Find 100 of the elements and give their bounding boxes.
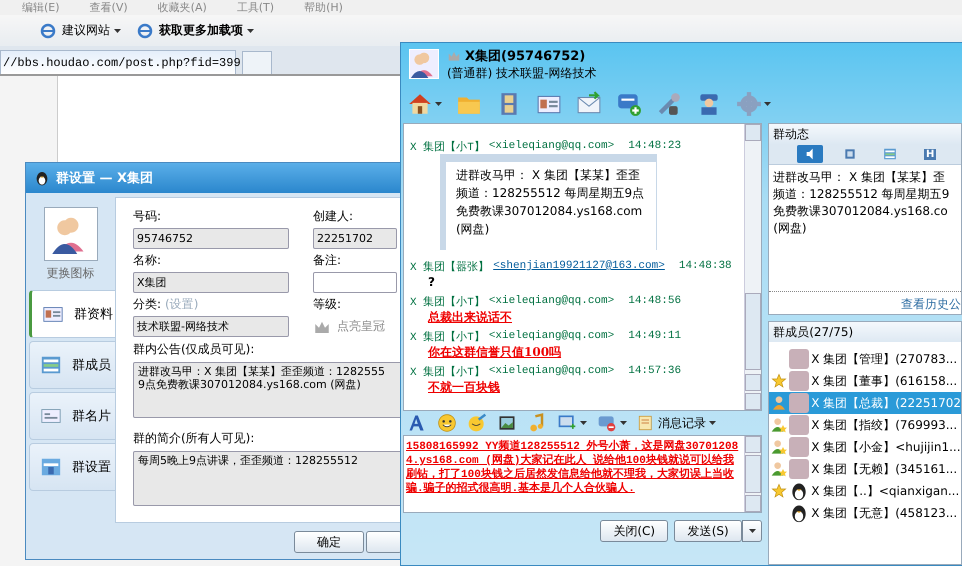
member-item[interactable]: X 集团【无赖】(345161...	[769, 458, 961, 480]
caret-icon	[709, 421, 716, 425]
favorite-link[interactable]: 建议网站	[62, 22, 121, 39]
person-star-icon	[771, 439, 788, 455]
notice-text: 频道：128255512 每周星期五9点	[456, 185, 646, 202]
field-label: 备注:	[313, 252, 342, 269]
scroll-up-button[interactable]	[745, 124, 762, 141]
scroll-up-button[interactable]	[745, 436, 762, 453]
member-item[interactable]: X 集团【无意】(458123...	[769, 502, 961, 524]
notice-text: 频道：128255512 每周星期五9	[773, 186, 950, 203]
avatar-placeholder	[789, 459, 810, 479]
message-text: 总裁出来说话不	[426, 309, 513, 325]
scroll-down-button[interactable]	[745, 374, 762, 391]
nav-tab[interactable]: 群设置	[29, 443, 115, 491]
scrollbar[interactable]	[744, 436, 762, 512]
message-text: ?	[427, 274, 436, 290]
new-tab-button[interactable]	[242, 51, 272, 74]
email-text: <xieleqiang@qq.com>	[488, 295, 614, 307]
toolbar-button[interactable]	[437, 413, 457, 433]
nav-tab[interactable]: 群资料	[29, 290, 115, 338]
settings-icon	[40, 456, 62, 478]
message-header: X 集团【嚣张】 <shenjian19921127@163.com> 14:48:38	[410, 259, 733, 274]
avatar-placeholder	[789, 437, 810, 457]
settings-icon	[736, 91, 762, 117]
message-header: X 集团【小T】 <xieleqiang@qq.com> 14:57:36	[410, 364, 682, 379]
notice-tab[interactable]	[797, 145, 824, 163]
scroll-bottom-button[interactable]	[745, 393, 762, 410]
member-item[interactable]: X 集团【董事】(616158...	[769, 370, 961, 392]
nav-tab[interactable]: 群成员	[29, 341, 115, 389]
text-field[interactable]: 技术联盟-网络技术	[133, 316, 289, 337]
person-star-icon	[771, 461, 788, 477]
caret-icon	[748, 529, 756, 533]
caret-icon	[580, 421, 587, 425]
text-field[interactable]: 95746752	[133, 228, 289, 249]
message-time: 14:48:23	[628, 140, 682, 152]
group-subtitle: (普通群) 技术联盟-网络技术	[447, 64, 597, 82]
star-icon	[771, 483, 788, 499]
toolbar-button[interactable]	[656, 91, 682, 117]
caret-icon	[620, 421, 627, 425]
ok-button[interactable]: 确定	[294, 531, 364, 553]
button[interactable]	[366, 531, 402, 553]
email-text: <xieleqiang@qq.com>	[488, 140, 614, 152]
avatar-placeholder	[789, 371, 810, 391]
text-field[interactable]: X集团	[133, 272, 289, 293]
text-field[interactable]	[313, 272, 397, 293]
person-star-icon	[771, 417, 788, 433]
member-item[interactable]: X 集团【管理】(270783...	[769, 348, 961, 370]
message-history-button[interactable]: 消息记录	[637, 414, 716, 432]
message-time: 14:48:38	[678, 260, 732, 272]
notice-tab[interactable]: H	[917, 145, 944, 163]
message-time: 14:49:11	[628, 330, 682, 342]
notice-text: 进群改马甲： X 集团【某某】歪	[773, 169, 946, 186]
message-header: X 集团【小T】 <xieleqiang@qq.com> 14:49:11	[410, 329, 682, 344]
list-icon	[883, 147, 898, 161]
panel-title: 群成员(27/75)	[769, 322, 961, 342]
avatar-placeholder	[789, 415, 810, 435]
avatar-placeholder	[789, 393, 810, 413]
light-crown-link[interactable]: 点亮皇冠	[337, 318, 385, 335]
send-button[interactable]: 发送(S)	[674, 520, 742, 542]
change-icon-link[interactable]: 更换图标	[26, 265, 115, 282]
message-text: 你在这群信誉只值100吗	[426, 344, 562, 360]
window-title: 群设置 — X集团	[56, 170, 154, 187]
group-icon-frame[interactable]	[44, 207, 98, 261]
member-item[interactable]: X 集团【小金】<hujijin1...	[769, 436, 961, 458]
notice-text: (网盘)	[773, 220, 808, 237]
field-label: 号码:	[133, 208, 162, 225]
announcement-text: 进群改马甲：X 集团【某某】歪歪频道：1282555	[138, 365, 386, 378]
notice-text: 免费教课307012084.ys168.com	[456, 203, 644, 220]
history-link[interactable]: 查看历史公	[769, 294, 961, 314]
nav-tab[interactable]: 群名片	[29, 392, 115, 440]
caret-icon	[764, 102, 771, 106]
close-button[interactable]: 关闭(C)	[600, 520, 668, 542]
field-label: 群内公告(仅成员可见):	[133, 341, 256, 358]
message-text: 不就一百块钱	[426, 379, 501, 395]
announcement-field[interactable]: 进群改马甲：X 集团【某某】歪歪频道：1282555 9点免费教课307012084.ys168.com (网盘)	[133, 362, 402, 418]
tools-icon	[656, 91, 682, 117]
dropdown-button[interactable]	[742, 520, 762, 542]
scroll-down-button[interactable]	[745, 495, 762, 512]
input-text: 15808165992 YY频道128255512 外号小萧，这是网盘307012084.ys168.com (网盘)大家记在此人 说给他100块钱就说可以给我刷钻，打了100块钱之后居然发信息给他就不理我，大家切误上当收骗.骗子的招式很高明.基本是几个人合伙骗人.	[404, 438, 740, 497]
email-link[interactable]: <shenjian19921127@163.com>	[493, 260, 665, 272]
field-label: 分类:	[133, 296, 162, 313]
scrollbar[interactable]	[744, 124, 762, 410]
text-field[interactable]: 22251702	[313, 228, 397, 249]
caret-icon	[247, 28, 254, 32]
window-title: X集团(95746752)	[465, 48, 586, 64]
favorite-link[interactable]: 获取更多加载项	[159, 22, 254, 39]
intro-field[interactable]: 每周5晚上9点讲课，歪歪频道：128255512	[133, 450, 402, 506]
member-item[interactable]: X 集团【..】<qianxigan...	[769, 480, 961, 502]
email-text: <xieleqiang@qq.com>	[488, 330, 614, 342]
message-input[interactable]: 15808165992 YY频道128255512 外号小萧，这是网盘307012084.ys168.com (网盘)大家记在此人 说给他100块钱就说可以给我刷钻，打了100块钱之后居然发信息给他就不理我，大家切误上当收骗.骗子的招式很高明.基本是几个人合伙骗人.	[403, 435, 762, 513]
notice-text: 进群改马甲： X 集团【某某】歪歪	[456, 167, 641, 184]
intro-text: 每周5晚上9点讲课，歪歪频道：128255512	[138, 454, 359, 466]
caret-icon	[114, 28, 121, 32]
notice-text: (网盘)	[456, 221, 490, 238]
message-time: 14:57:36	[628, 365, 682, 377]
scroll-thumb[interactable]	[745, 455, 762, 493]
member-item[interactable]: X 集团【指绞】(769993...	[769, 414, 961, 436]
penguin-icon	[34, 170, 50, 186]
scroll-thumb[interactable]	[745, 293, 762, 370]
person-icon	[771, 395, 788, 411]
